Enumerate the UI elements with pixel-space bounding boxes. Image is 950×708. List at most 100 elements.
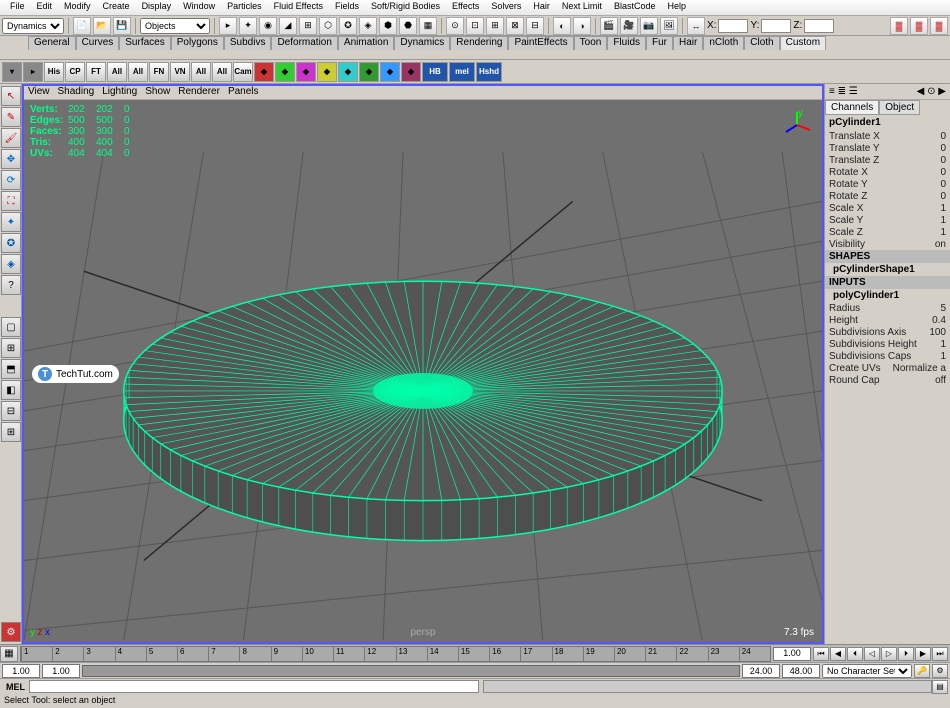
menu-next-limit[interactable]: Next Limit (556, 0, 608, 15)
menu-display[interactable]: Display (136, 0, 178, 15)
input-attr-radius[interactable]: Radius5 (825, 302, 950, 314)
range-end-field[interactable] (742, 664, 780, 678)
attr-translate-x[interactable]: Translate X0 (825, 130, 950, 142)
vp-menu-shading[interactable]: Shading (58, 86, 95, 99)
viewport-3d[interactable]: Verts:2022020Edges:5005000Faces:3003000T… (24, 100, 822, 642)
shelf-tab-animation[interactable]: Animation (338, 36, 394, 50)
mask-btn-1[interactable]: ▸ (219, 17, 237, 35)
shelf-tab-deformation[interactable]: Deformation (271, 36, 337, 50)
shelf-btn-mel[interactable]: mel (449, 62, 475, 82)
mask-btn-10[interactable]: ⬣ (399, 17, 417, 35)
file-open-icon[interactable]: 📂 (93, 17, 111, 35)
shelf-color-btn-4[interactable]: ◆ (338, 62, 358, 82)
shelf-tab-fluids[interactable]: Fluids (607, 36, 646, 50)
input-attr-subdivisions-axis[interactable]: Subdivisions Axis100 (825, 326, 950, 338)
next-key-button[interactable]: ⏵ (898, 647, 914, 661)
selection-mask-dropdown[interactable]: Objects (140, 18, 210, 34)
shelf-btn-cam[interactable]: Cam (233, 62, 253, 82)
shelf-btn-fn[interactable]: FN (149, 62, 169, 82)
soft-mod-tool-icon[interactable]: ✪ (1, 233, 21, 253)
viewport-menubar[interactable]: ViewShadingLightingShowRendererPanels (24, 86, 822, 100)
anim-start-field[interactable] (2, 664, 40, 678)
range-slider-bar[interactable] (82, 665, 740, 677)
scale-tool-icon[interactable]: ⛶ (1, 191, 21, 211)
vp-menu-lighting[interactable]: Lighting (102, 86, 137, 99)
shelf-color-btn-5[interactable]: ◆ (359, 62, 379, 82)
file-new-icon[interactable]: 📄 (73, 17, 91, 35)
layout-2v-icon[interactable]: ◧ (1, 380, 21, 400)
input-attr-subdivisions-height[interactable]: Subdivisions Height1 (825, 338, 950, 350)
layout-btn-2[interactable]: ▓ (910, 17, 928, 35)
shelf-tab-subdivs[interactable]: Subdivs (224, 36, 272, 50)
shelf-color-btn-0[interactable]: ◆ (254, 62, 274, 82)
shelf-tab-toon[interactable]: Toon (574, 36, 608, 50)
shelf-btn-his[interactable]: His (44, 62, 64, 82)
anim-end-field[interactable] (782, 664, 820, 678)
shelf-btn-vn[interactable]: VN (170, 62, 190, 82)
step-back-button[interactable]: ◀ (830, 647, 846, 661)
input-attr-round-cap[interactable]: Round Capoff (825, 374, 950, 386)
mask-btn-7[interactable]: ✪ (339, 17, 357, 35)
move-tool-icon[interactable]: ✥ (1, 149, 21, 169)
attr-scale-x[interactable]: Scale X1 (825, 202, 950, 214)
channel-layout-icons[interactable]: ≡ ≣ ☰ (829, 86, 858, 97)
manip-tool-icon[interactable]: ✦ (1, 212, 21, 232)
shelf-btn-ft[interactable]: FT (86, 62, 106, 82)
xform-mode-icon[interactable]: ↔ (687, 17, 705, 35)
layout-3t-icon[interactable]: ⊟ (1, 401, 21, 421)
layout-3l-icon[interactable]: ⊞ (1, 422, 21, 442)
menu-fluid-effects[interactable]: Fluid Effects (268, 0, 329, 15)
shelf-tab-hair[interactable]: Hair (673, 36, 703, 50)
prev-key-button[interactable]: ⏴ (847, 647, 863, 661)
input-attr-height[interactable]: Height0.4 (825, 314, 950, 326)
attr-translate-y[interactable]: Translate Y0 (825, 142, 950, 154)
render-btn-4[interactable]: 🖼 (660, 17, 678, 35)
mask-btn-8[interactable]: ◈ (359, 17, 377, 35)
history-btn-1[interactable]: ◐ (553, 17, 571, 35)
select-tool-icon[interactable]: ↖ (1, 86, 21, 106)
range-start-field[interactable] (42, 664, 80, 678)
play-back-button[interactable]: ◁ (864, 647, 880, 661)
attr-translate-z[interactable]: Translate Z0 (825, 154, 950, 166)
shelf-color-btn-1[interactable]: ◆ (275, 62, 295, 82)
attr-rotate-z[interactable]: Rotate Z0 (825, 190, 950, 202)
menu-blastcode[interactable]: BlastCode (608, 0, 662, 15)
channel-tabs[interactable]: Channels Object (825, 100, 950, 115)
rewind-button[interactable]: ⏮ (813, 647, 829, 661)
shelf-btn-hshd[interactable]: Hshd (476, 62, 502, 82)
shelf-tab-fur[interactable]: Fur (646, 36, 673, 50)
shelf-btn-all[interactable]: All (128, 62, 148, 82)
shelf-toggle-1[interactable]: ▾ (2, 62, 22, 82)
shelf-btn-hb[interactable]: HB (422, 62, 448, 82)
channel-tool-icons[interactable]: ◀ ⊙ ▶ (917, 86, 946, 97)
menu-particles[interactable]: Particles (221, 0, 268, 15)
shelf-tab-general[interactable]: General (28, 36, 76, 50)
paint-select-tool-icon[interactable]: 🖌 (1, 128, 21, 148)
mask-btn-3[interactable]: ◉ (259, 17, 277, 35)
shelf-tab-curves[interactable]: Curves (76, 36, 120, 50)
shelf-toggle-2[interactable]: ▸ (23, 62, 43, 82)
menu-create[interactable]: Create (97, 0, 136, 15)
time-slider[interactable]: ▦ 12345678910111213141516171819202122232… (0, 644, 950, 662)
input-attr-subdivisions-caps[interactable]: Subdivisions Caps1 (825, 350, 950, 362)
timeline-ruler[interactable]: 123456789101112131415161718192021222324 (20, 646, 771, 662)
shelf-tab-dynamics[interactable]: Dynamics (394, 36, 450, 50)
mask-btn-11[interactable]: ▦ (419, 17, 437, 35)
shelf-color-btn-3[interactable]: ◆ (317, 62, 337, 82)
shelf-tab-ncloth[interactable]: nCloth (703, 36, 744, 50)
render-btn-1[interactable]: 🎬 (600, 17, 618, 35)
menu-help[interactable]: Help (661, 0, 692, 15)
layout-2h-icon[interactable]: ⬒ (1, 359, 21, 379)
menu-window[interactable]: Window (177, 0, 221, 15)
menu-modify[interactable]: Modify (58, 0, 97, 15)
layout-btn-3[interactable]: ▓ (930, 17, 948, 35)
main-menubar[interactable]: FileEditModifyCreateDisplayWindowParticl… (0, 0, 950, 16)
script-editor-button[interactable]: ▤ (932, 680, 948, 694)
menu-effects[interactable]: Effects (446, 0, 485, 15)
mask-btn-9[interactable]: ⬢ (379, 17, 397, 35)
menu-soft-rigid-bodies[interactable]: Soft/Rigid Bodies (365, 0, 446, 15)
prefs-button[interactable]: ⚙ (932, 664, 948, 678)
snap-btn-5[interactable]: ⊟ (526, 17, 544, 35)
mask-btn-6[interactable]: ⬡ (319, 17, 337, 35)
snap-btn-1[interactable]: ⊙ (446, 17, 464, 35)
